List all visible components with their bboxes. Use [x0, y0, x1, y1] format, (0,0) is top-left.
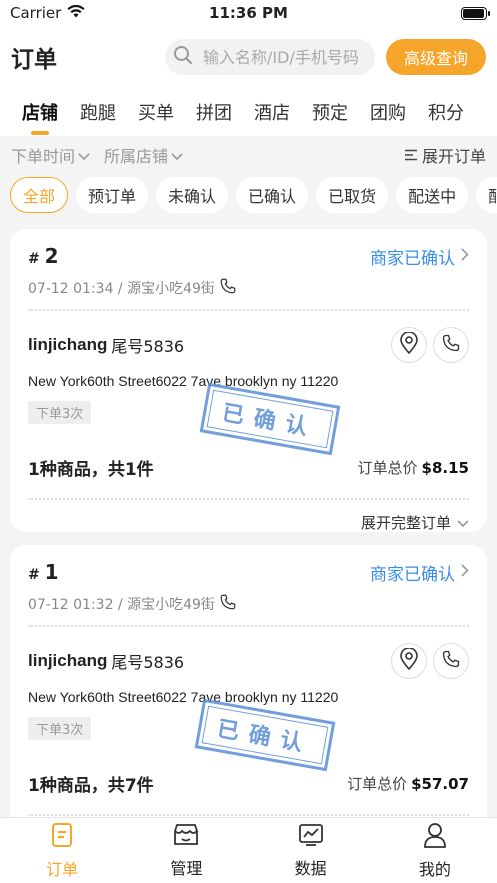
location-button[interactable]	[391, 643, 427, 679]
order-time-filter[interactable]: 下单时间	[11, 143, 90, 167]
tabbar-manage[interactable]: 管理	[124, 818, 248, 883]
header: 订单 高级查询	[0, 26, 497, 88]
chevron-down-icon	[457, 514, 469, 532]
order-time-label: 下单时间	[11, 147, 76, 166]
chip-picked-up[interactable]: 已取货	[316, 177, 389, 213]
chip-confirmed[interactable]: 已确认	[236, 177, 309, 213]
expand-full-order-label: 展开完整订单	[360, 514, 451, 532]
chip-delivering[interactable]: 配送中	[396, 177, 469, 213]
address: New York60th Street6022 7ave brooklyn ny…	[28, 373, 339, 389]
order-number: # 1	[28, 560, 59, 584]
order-status-link[interactable]: 商家已确认	[370, 244, 469, 269]
chip-unconfirmed[interactable]: 未确认	[156, 177, 229, 213]
tab-reserve[interactable]: 预定	[312, 99, 348, 125]
order-total-label: 订单总价	[357, 458, 418, 477]
carrier-label: Carrier	[10, 4, 62, 22]
data-icon	[298, 823, 324, 851]
confirmed-stamp: 已确认	[194, 698, 336, 772]
bottom-tab-bar: 订单 管理 数据 我的	[0, 817, 497, 883]
tab-group[interactable]: 拼团	[196, 99, 232, 125]
tabbar-data-label: 数据	[294, 858, 327, 878]
order-meta-text: 07-12 01:32 / 源宝小吃49街	[28, 597, 215, 613]
page-title: 订单	[11, 47, 57, 73]
tab-points[interactable]: 积分	[428, 99, 464, 125]
call-button[interactable]	[433, 327, 469, 363]
order-card[interactable]: # 1 商家已确认 07-12 01:32 / 源宝小吃49街 linjicha…	[10, 545, 487, 845]
order-count-badge: 下单3次	[28, 401, 92, 424]
status-bar: Carrier 11:36 PM	[0, 0, 497, 26]
order-icon	[51, 822, 73, 852]
order-count-badge: 下单3次	[28, 717, 92, 740]
tabbar-profile[interactable]: 我的	[373, 818, 497, 883]
item-summary: 1种商品，共1件	[28, 459, 154, 480]
tab-store[interactable]: 店铺	[22, 99, 58, 125]
list-icon	[404, 146, 418, 165]
clock: 11:36 PM	[209, 4, 288, 22]
tab-groupbuy[interactable]: 团购	[370, 99, 406, 125]
chevron-down-icon	[78, 146, 90, 165]
status-chips: 全部 预订单 未确认 已确认 已取货 配送中 配	[0, 174, 497, 216]
customer-name: linjichang	[28, 651, 108, 670]
address: New York60th Street6022 7ave brooklyn ny…	[28, 689, 339, 705]
phone-icon	[219, 593, 237, 615]
order-status-label: 商家已确认	[370, 248, 455, 269]
tabbar-orders-label: 订单	[46, 859, 79, 879]
store-filter[interactable]: 所属店铺	[104, 143, 183, 167]
chip-more[interactable]: 配	[476, 177, 497, 213]
location-button[interactable]	[391, 327, 427, 363]
call-button[interactable]	[433, 643, 469, 679]
profile-icon	[423, 822, 447, 852]
order-card[interactable]: # 2 商家已确认 07-12 01:34 / 源宝小吃49街 linjicha…	[10, 229, 487, 532]
order-status-label: 商家已确认	[370, 564, 455, 585]
carrier: Carrier	[10, 4, 170, 22]
store-label: 所属店铺	[104, 147, 169, 166]
confirmed-stamp: 已确认	[199, 382, 341, 456]
phone-tail: 尾号5836	[111, 653, 185, 672]
search-icon	[173, 45, 193, 69]
order-number-value: 1	[44, 560, 59, 584]
advanced-search-button[interactable]: 高级查询	[386, 39, 486, 75]
order-status-link[interactable]: 商家已确认	[370, 560, 469, 585]
order-meta-text: 07-12 01:34 / 源宝小吃49街	[28, 281, 215, 297]
location-pin-icon	[399, 331, 419, 358]
chevron-right-icon	[461, 246, 469, 266]
order-meta: 07-12 01:34 / 源宝小吃49街	[28, 277, 469, 299]
chevron-down-icon	[171, 146, 183, 165]
chip-preorder[interactable]: 预订单	[76, 177, 149, 213]
tab-pay[interactable]: 买单	[138, 99, 174, 125]
manage-icon	[172, 823, 200, 851]
search-box[interactable]	[165, 39, 375, 75]
category-tabs: 店铺 跑腿 买单 拼团 酒店 预定 团购 积分	[0, 88, 497, 136]
order-number: # 2	[28, 244, 59, 268]
tabbar-profile-label: 我的	[418, 859, 451, 879]
search-input[interactable]	[203, 47, 363, 67]
order-total-label: 订单总价	[347, 774, 408, 793]
chevron-right-icon	[461, 562, 469, 582]
tabbar-orders[interactable]: 订单	[0, 818, 124, 883]
order-total-value: $8.15	[421, 458, 469, 477]
tab-errand[interactable]: 跑腿	[80, 99, 116, 125]
customer-name: linjichang	[28, 335, 108, 354]
phone-icon	[219, 277, 237, 299]
expand-orders-label: 展开订单	[421, 147, 486, 166]
order-total: 订单总价 $57.07	[347, 773, 469, 794]
wifi-icon	[67, 4, 85, 22]
order-total: 订单总价 $8.15	[358, 457, 469, 478]
order-meta: 07-12 01:32 / 源宝小吃49街	[28, 593, 469, 615]
tabbar-manage-label: 管理	[170, 858, 203, 878]
filter-row: 下单时间 所属店铺 展开订单	[0, 136, 497, 174]
order-number-value: 2	[44, 244, 59, 268]
phone-icon	[441, 649, 461, 673]
phone-tail: 尾号5836	[111, 337, 185, 356]
expand-full-order-button[interactable]: 展开完整订单	[28, 512, 469, 532]
chip-all[interactable]: 全部	[10, 177, 69, 213]
expand-orders-toggle[interactable]: 展开订单	[404, 143, 486, 167]
battery-icon	[327, 6, 490, 20]
tab-hotel[interactable]: 酒店	[254, 99, 290, 125]
order-total-value: $57.07	[411, 774, 469, 793]
location-pin-icon	[399, 647, 419, 674]
phone-icon	[441, 333, 461, 357]
tabbar-data[interactable]: 数据	[249, 818, 373, 883]
item-summary: 1种商品，共7件	[28, 775, 154, 796]
